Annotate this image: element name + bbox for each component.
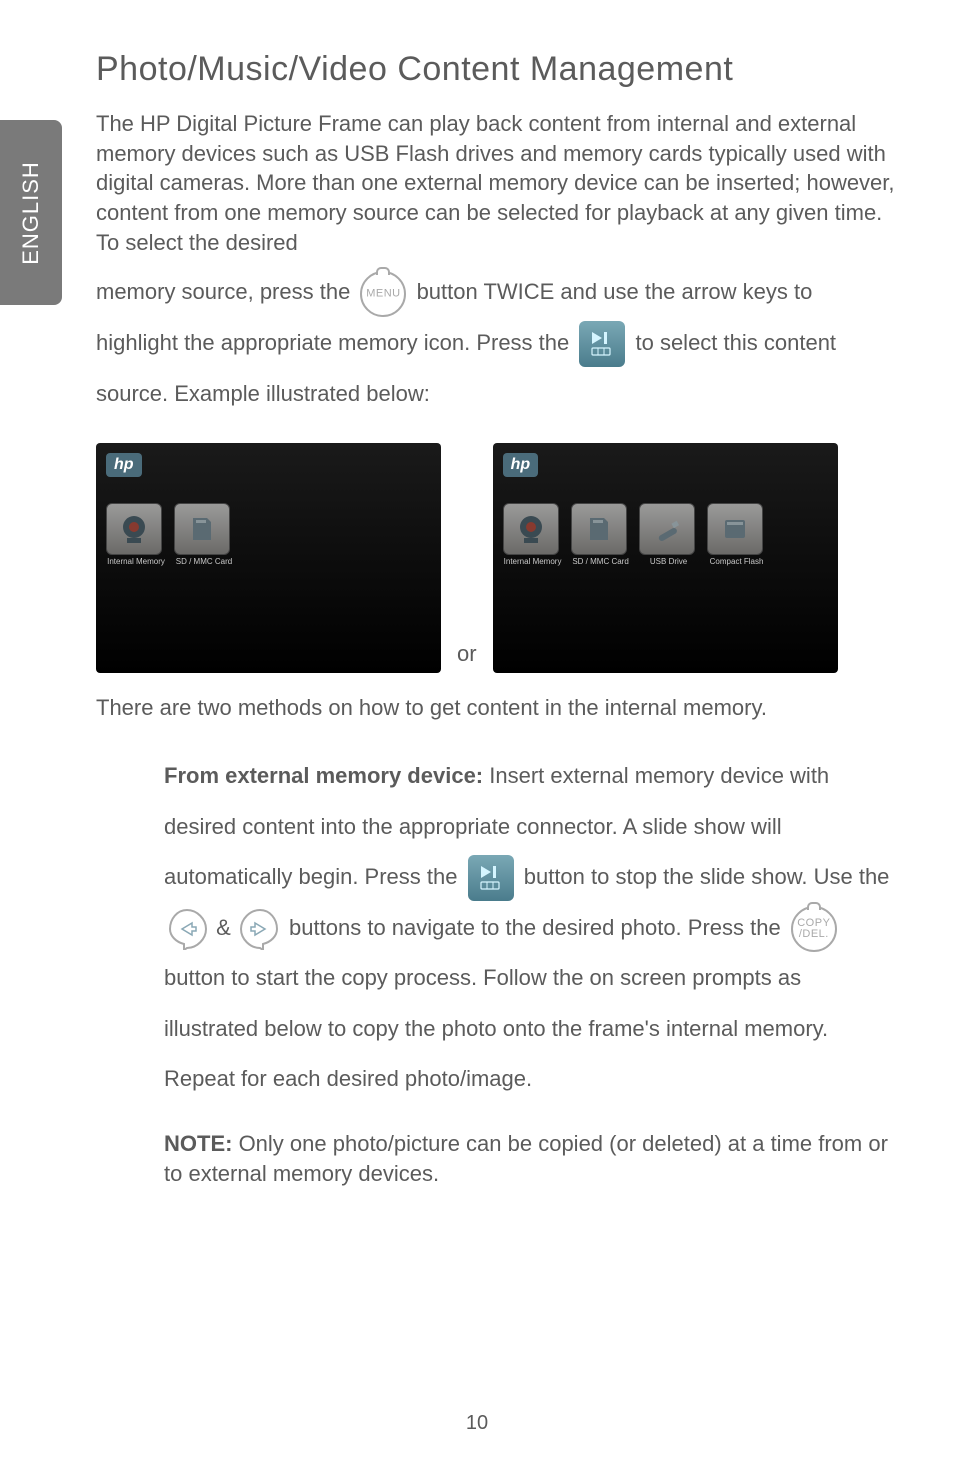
memory-card-caption: Compact Flash <box>707 558 767 567</box>
memory-card-item: SD / MMC Card <box>174 503 234 567</box>
method-from-external: From external memory device: Insert exte… <box>164 751 896 1189</box>
memory-card-item: SD / MMC Card <box>571 503 631 567</box>
text-segment: memory source, press the <box>96 279 356 304</box>
copy-del-button-icon: COPY /DEL. <box>791 906 837 952</box>
sd-card-icon <box>571 503 627 555</box>
internal-memory-icon <box>106 503 162 555</box>
right-arrow-button-icon <box>239 908 281 950</box>
usb-drive-icon <box>639 503 695 555</box>
memory-card-caption: Internal Memory <box>106 558 166 567</box>
instruction-flow-1: memory source, press the MENU button TWI… <box>96 267 896 419</box>
menu-button-icon: MENU <box>360 271 406 317</box>
memory-icons-row: Internal Memory SD / MMC Card <box>106 503 431 567</box>
example-figures: hp Internal Memory SD / MMC Card or hp <box>96 443 896 673</box>
language-label: ENGLISH <box>18 161 44 265</box>
page-content: Photo/Music/Video Content Management The… <box>96 50 896 1198</box>
play-pause-button-icon <box>468 855 514 901</box>
method-heading: From external memory device: <box>164 763 483 788</box>
memory-card-caption: SD / MMC Card <box>174 558 234 567</box>
note-paragraph: NOTE: Only one photo/picture can be copi… <box>164 1129 896 1188</box>
memory-card-item: Internal Memory <box>503 503 563 567</box>
memory-card-caption: USB Drive <box>639 558 699 567</box>
language-tab: ENGLISH <box>0 120 62 305</box>
memory-card-caption: SD / MMC Card <box>571 558 631 567</box>
compact-flash-icon <box>707 503 763 555</box>
figure-right: hp Internal Memory SD / MMC Card <box>493 443 838 673</box>
intro-paragraph: The HP Digital Picture Frame can play ba… <box>96 109 896 257</box>
memory-card-item: USB Drive <box>639 503 699 567</box>
text-segment: buttons to navigate to the desired photo… <box>289 915 787 940</box>
hp-logo-icon: hp <box>106 453 142 477</box>
memory-icons-row: Internal Memory SD / MMC Card USB Drive <box>503 503 828 567</box>
note-text: Only one photo/picture can be copied (or… <box>164 1131 888 1186</box>
page-number: 10 <box>466 1412 488 1435</box>
copy-del-button-label: COPY /DEL. <box>797 918 830 940</box>
external-method-flow: From external memory device: Insert exte… <box>164 751 896 1105</box>
sd-card-icon <box>174 503 230 555</box>
hp-logo-icon: hp <box>503 453 539 477</box>
left-arrow-button-icon <box>166 908 208 950</box>
ampersand: & <box>216 915 237 940</box>
memory-card-caption: Internal Memory <box>503 558 563 567</box>
play-pause-button-icon <box>579 321 625 367</box>
text-segment: button to start the copy process. Follow… <box>164 965 828 1091</box>
memory-card-item: Compact Flash <box>707 503 767 567</box>
text-segment: button to stop the slide show. Use the <box>524 864 890 889</box>
note-label: NOTE: <box>164 1131 232 1156</box>
menu-button-label: MENU <box>366 288 400 299</box>
memory-card-item: Internal Memory <box>106 503 166 567</box>
methods-intro: There are two methods on how to get cont… <box>96 693 896 723</box>
page-title: Photo/Music/Video Content Management <box>96 50 896 89</box>
or-separator: or <box>457 641 477 673</box>
figure-left: hp Internal Memory SD / MMC Card <box>96 443 441 673</box>
internal-memory-icon <box>503 503 559 555</box>
